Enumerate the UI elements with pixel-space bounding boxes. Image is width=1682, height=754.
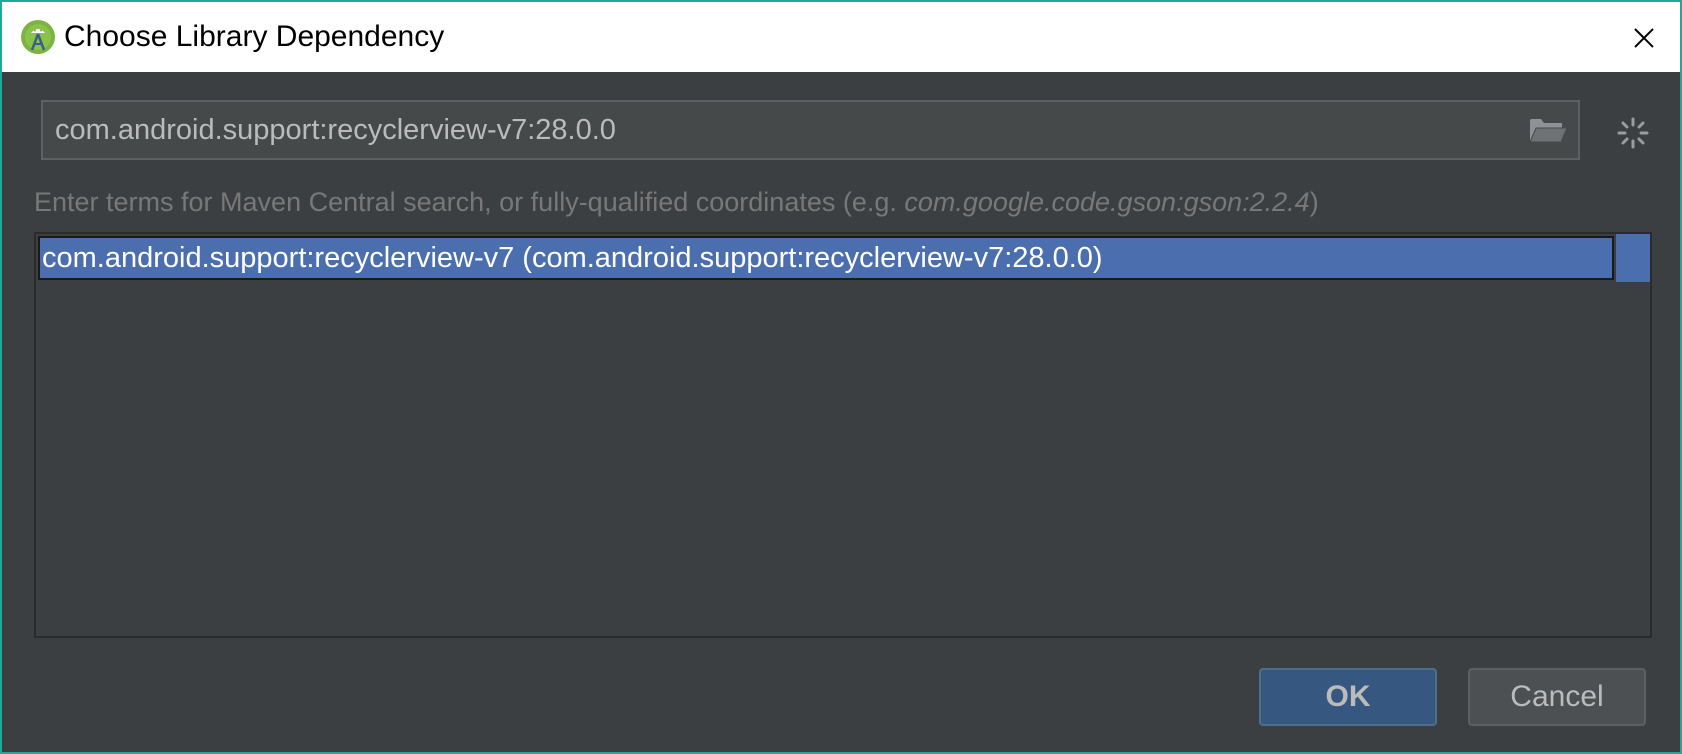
- dialog-window: Choose Library Dependency com.android.su…: [0, 0, 1682, 754]
- android-studio-icon: [21, 20, 55, 54]
- spinner-icon: [1617, 117, 1649, 149]
- hint-example: com.google.code.gson:gson:2.2.4: [904, 187, 1310, 217]
- scrollbar-thumb[interactable]: [1616, 234, 1650, 282]
- cancel-button[interactable]: Cancel: [1468, 668, 1646, 726]
- folder-open-icon[interactable]: [1528, 114, 1568, 146]
- close-icon[interactable]: [1622, 16, 1666, 60]
- list-item-label: com.android.support:recyclerview-v7 (com…: [42, 242, 1103, 274]
- hint-suffix: ): [1309, 187, 1319, 217]
- search-input-value[interactable]: com.android.support:recyclerview-v7:28.0…: [55, 102, 616, 158]
- ok-button[interactable]: OK: [1259, 668, 1437, 726]
- search-input[interactable]: com.android.support:recyclerview-v7:28.0…: [41, 100, 1580, 160]
- title-bar[interactable]: Choose Library Dependency: [2, 2, 1680, 72]
- list-item[interactable]: com.android.support:recyclerview-v7 (com…: [38, 236, 1614, 280]
- search-hint: Enter terms for Maven Central search, or…: [34, 184, 1319, 220]
- hint-prefix: Enter terms for Maven Central search, or…: [34, 187, 905, 217]
- results-list[interactable]: com.android.support:recyclerview-v7 (com…: [34, 232, 1652, 638]
- dialog-title: Choose Library Dependency: [64, 20, 445, 53]
